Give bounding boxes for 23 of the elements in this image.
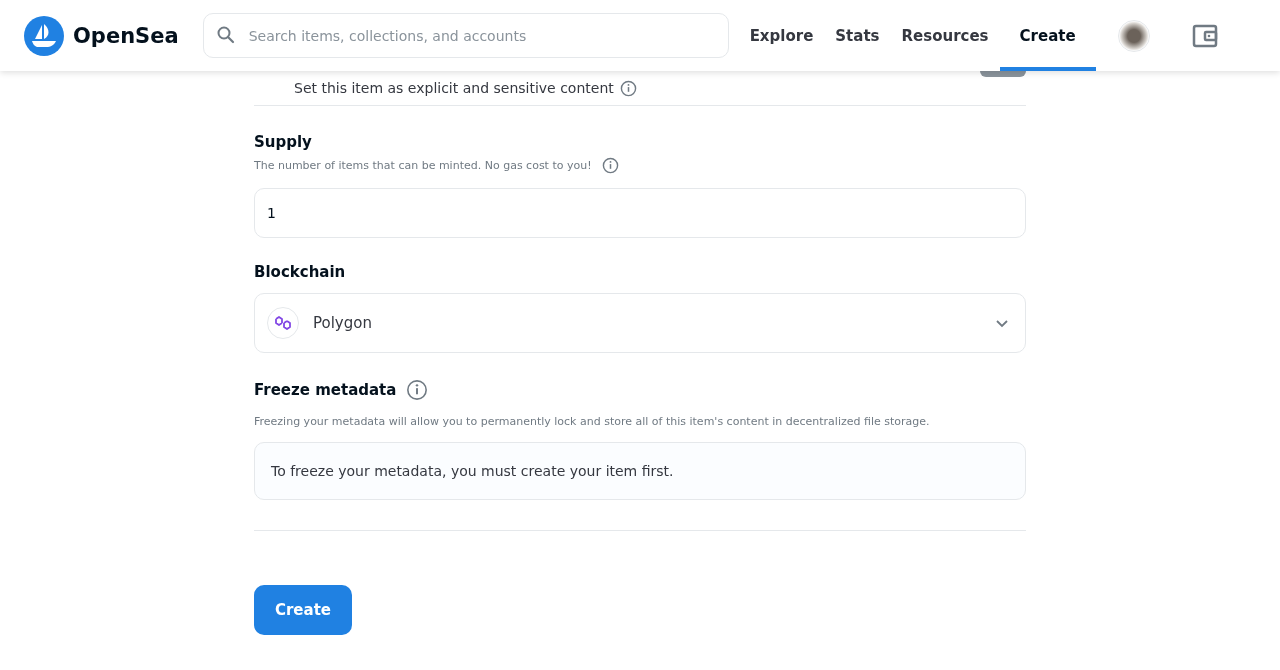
nav-tab[interactable]: Resources — [890, 0, 1000, 71]
freeze-notice: To freeze your metadata, you must create your item first. — [254, 442, 1026, 500]
supply-hint: The number of items that can be minted. No gas cost to you! — [254, 159, 592, 172]
wallet-icon[interactable] — [1191, 22, 1218, 49]
nav-tab[interactable]: Explore — [738, 0, 825, 71]
info-icon[interactable] — [619, 79, 637, 97]
chain-links-icon — [267, 307, 299, 339]
supply-title: Supply — [254, 133, 313, 151]
create-button[interactable]: Create — [254, 585, 352, 635]
search-field[interactable]: Search items, collections, and accounts — [202, 13, 729, 58]
blockchain-title: Blockchain — [254, 263, 347, 281]
freeze-hint: Freezing your metadata will allow you to permanently lock and store all of this item's content in decentralized file storage. — [254, 415, 931, 428]
sailboat-logo-icon[interactable] — [24, 15, 64, 56]
explicit-toggle[interactable] — [980, 71, 1026, 77]
info-icon[interactable] — [406, 379, 429, 401]
avatar-icon[interactable] — [1117, 19, 1150, 52]
explicit-label: Set this item as explicit and sensitive content — [294, 80, 614, 96]
nav-tab[interactable]: Stats — [824, 0, 891, 71]
info-icon[interactable] — [601, 157, 619, 174]
brand-name[interactable]: OpenSea — [73, 23, 179, 48]
blockchain-dropdown[interactable]: Polygon — [254, 293, 1026, 353]
freeze-title: Freeze metadata — [254, 381, 397, 399]
supply-input-field[interactable]: 1 — [254, 188, 1026, 238]
